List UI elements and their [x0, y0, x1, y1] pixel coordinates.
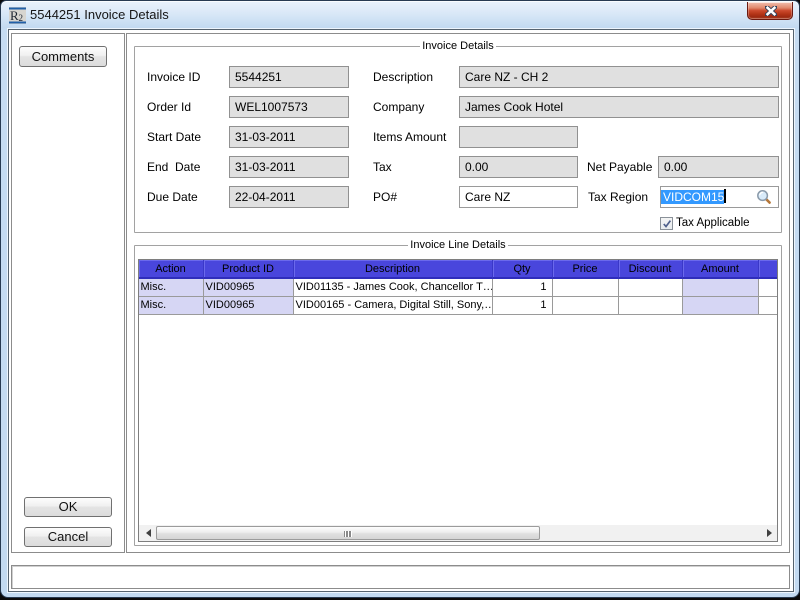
svg-text:2: 2 — [19, 13, 24, 23]
